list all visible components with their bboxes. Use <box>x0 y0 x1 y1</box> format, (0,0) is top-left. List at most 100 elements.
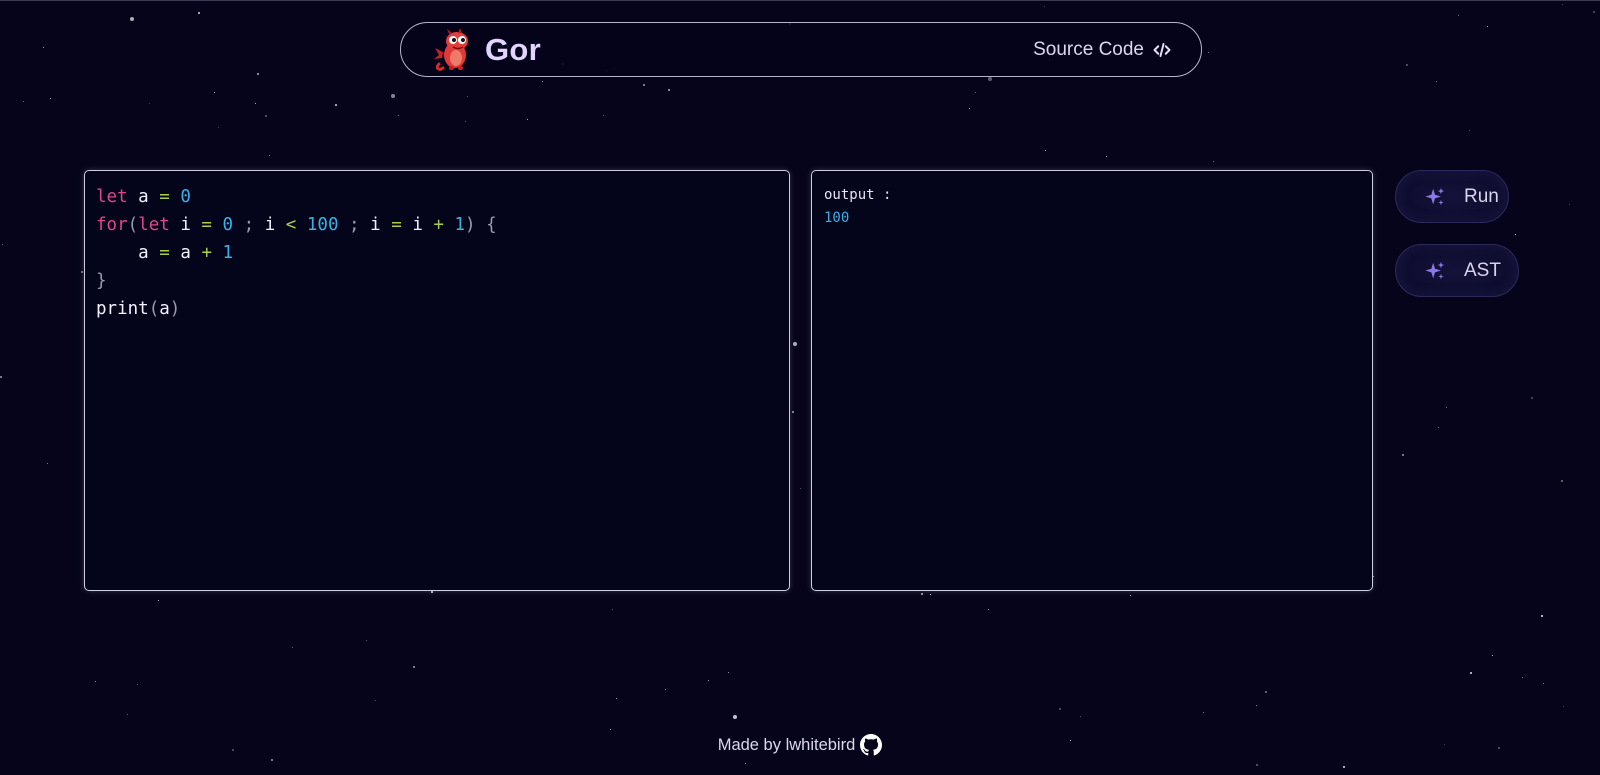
star <box>800 488 801 489</box>
code-token: let <box>96 187 128 207</box>
source-code-label: Source Code <box>1033 38 1144 60</box>
star <box>1208 52 1209 53</box>
run-button[interactable]: Run <box>1395 170 1509 223</box>
code-token: = <box>159 187 170 207</box>
star <box>465 121 466 122</box>
star <box>792 411 794 413</box>
source-code-link[interactable]: Source Code <box>1033 39 1171 61</box>
star <box>988 77 992 81</box>
code-brackets-icon <box>1153 42 1171 57</box>
star <box>745 763 746 764</box>
star <box>366 640 367 641</box>
star <box>198 12 200 14</box>
star <box>793 342 797 346</box>
sparkles-icon <box>1425 261 1445 279</box>
code-token: + <box>433 215 444 235</box>
star <box>733 715 737 719</box>
code-token: ( <box>148 299 160 319</box>
output-label: output : <box>824 187 892 203</box>
star <box>130 17 134 21</box>
star <box>1515 234 1516 235</box>
star <box>43 47 44 48</box>
brand-name: Gor <box>485 31 542 67</box>
code-line[interactable]: a = a + 1 <box>96 239 778 267</box>
star <box>1593 11 1595 13</box>
code-token: 1 <box>454 215 466 235</box>
code-token: 0 <box>222 215 234 235</box>
star <box>271 759 273 761</box>
star <box>0 376 2 378</box>
ast-button[interactable]: AST <box>1395 244 1519 297</box>
star <box>1487 26 1488 27</box>
code-token: = <box>391 215 402 235</box>
star <box>467 96 468 97</box>
star <box>668 89 670 91</box>
star <box>375 700 376 701</box>
star <box>988 609 989 610</box>
code-editor[interactable]: let a = 0 for(let i = 0 ; i < 100 ; i = i… <box>84 170 790 591</box>
star <box>1531 397 1533 399</box>
star <box>1059 708 1061 710</box>
star <box>1256 764 1258 766</box>
code-token: } <box>96 271 107 291</box>
star <box>257 73 259 75</box>
code-token: { <box>486 215 497 235</box>
code-token: + <box>201 243 212 263</box>
code-token: let <box>138 215 170 235</box>
brand[interactable]: Gor <box>433 27 542 72</box>
code-line[interactable]: let a = 0 <box>96 183 778 211</box>
star <box>398 115 399 116</box>
code-token: ; <box>243 215 255 235</box>
star <box>665 689 666 690</box>
code-content[interactable]: let a = 0 for(let i = 0 ; i < 100 ; i = i… <box>96 183 778 323</box>
ast-button-label: AST <box>1464 259 1501 281</box>
star <box>218 127 219 128</box>
star <box>47 463 48 464</box>
star <box>1446 407 1447 408</box>
star <box>1080 716 1081 717</box>
star <box>1406 64 1408 66</box>
code-line[interactable]: } <box>96 267 778 295</box>
star <box>616 698 617 699</box>
code-token: = <box>159 243 170 263</box>
star <box>1044 6 1045 7</box>
star <box>1563 706 1564 707</box>
top-nav: Gor Source Code <box>400 22 1202 77</box>
code-line[interactable]: print(a) <box>96 295 778 323</box>
star <box>1438 427 1439 428</box>
code-line[interactable]: for(let i = 0 ; i < 100 ; i = i + 1) { <box>96 211 778 239</box>
star <box>1130 595 1131 596</box>
star <box>1402 454 1404 456</box>
code-token: a <box>138 243 149 263</box>
code-token: a <box>159 299 170 319</box>
star <box>1561 480 1563 482</box>
code-token: i <box>412 215 423 235</box>
star <box>542 81 543 82</box>
github-icon[interactable] <box>860 734 883 756</box>
code-token: i <box>180 215 191 235</box>
star <box>1541 615 1543 617</box>
footer-credit: Made by lwhitebird <box>717 735 856 754</box>
star <box>50 98 51 99</box>
star <box>610 729 611 730</box>
star <box>1045 150 1046 151</box>
star <box>527 119 528 120</box>
code-token: for <box>96 215 128 235</box>
star <box>1213 161 1214 162</box>
code-token: ) <box>169 299 181 319</box>
code-token: ) <box>465 215 476 235</box>
output-panel: output : 100 <box>811 170 1373 591</box>
